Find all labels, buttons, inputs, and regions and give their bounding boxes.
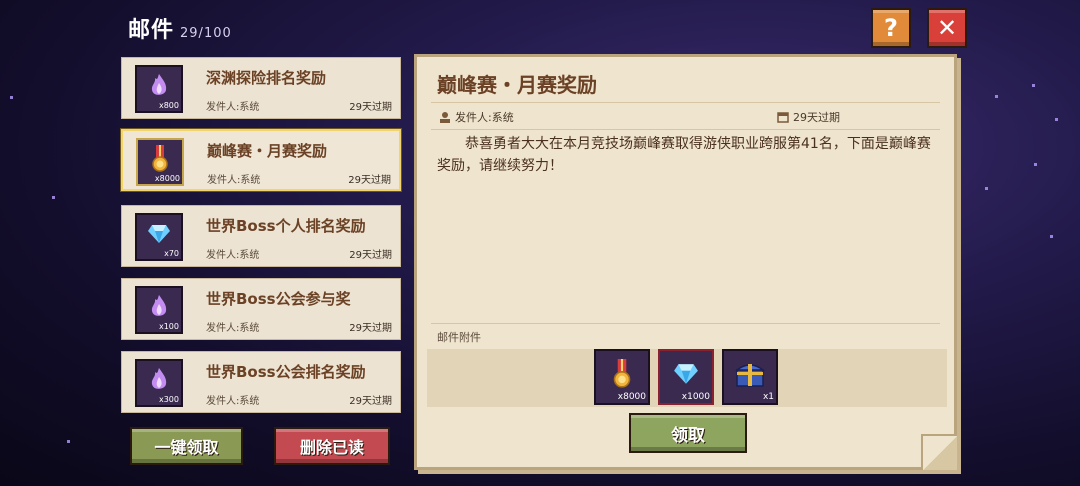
mail-expire: 29天过期 xyxy=(349,323,392,334)
star-decoration xyxy=(995,95,998,98)
purple-flame-icon: x100 xyxy=(135,286,183,334)
diamond-icon xyxy=(674,364,698,384)
mail-item[interactable]: x800 深渊探险排名奖励 发件人:系统 29天过期 xyxy=(121,57,401,119)
attachments-label: 邮件附件 xyxy=(437,331,481,344)
detail-expire: 29天过期 xyxy=(777,109,840,125)
page-fold-decoration xyxy=(921,434,957,470)
star-decoration xyxy=(52,196,55,199)
delete-read-button[interactable]: 删除已读 xyxy=(274,427,390,465)
medal-icon: x8000 xyxy=(136,138,184,186)
close-icon: ✕ xyxy=(936,14,958,42)
mail-title: 世界Boss个人排名奖励 xyxy=(206,217,366,235)
mail-expire: 29天过期 xyxy=(348,175,391,186)
star-decoration xyxy=(1034,163,1037,166)
detail-sender-text: 发件人:系统 xyxy=(455,111,514,124)
calendar-icon xyxy=(777,112,789,123)
divider xyxy=(431,102,940,103)
mail-item-selected[interactable]: x8000 巅峰赛・月赛奖励 发件人:系统 29天过期 xyxy=(121,129,401,191)
mail-title: 世界Boss公会参与奖 xyxy=(206,290,351,308)
mail-item[interactable]: x300 世界Boss公会排名奖励 发件人:系统 29天过期 xyxy=(121,351,401,413)
question-icon: ? xyxy=(884,14,898,42)
item-quantity: x70 xyxy=(164,249,179,258)
mail-expire: 29天过期 xyxy=(349,250,392,261)
close-button[interactable]: ✕ xyxy=(927,8,967,48)
person-icon xyxy=(440,112,450,123)
attachment-quantity: x1 xyxy=(762,392,774,402)
help-button[interactable]: ? xyxy=(871,8,911,48)
detail-title: 巅峰赛・月赛奖励 xyxy=(437,73,597,97)
star-decoration xyxy=(1055,118,1058,121)
star-decoration xyxy=(1032,84,1035,87)
item-quantity: x8000 xyxy=(154,174,180,183)
mail-body-text: 恭喜勇者大大在本月竞技场巅峰赛取得游侠职业跨服第41名，下面是巅峰赛奖励，请继续… xyxy=(437,136,931,174)
attachment-slot[interactable]: x8000 xyxy=(594,349,650,405)
purple-flame-icon: x300 xyxy=(135,359,183,407)
item-quantity: x100 xyxy=(158,322,179,331)
mail-expire: 29天过期 xyxy=(349,396,392,407)
detail-expire-text: 29天过期 xyxy=(793,111,840,124)
item-quantity: x800 xyxy=(158,101,179,110)
attachment-quantity: x8000 xyxy=(617,392,646,402)
attachment-quantity: x1000 xyxy=(681,392,710,402)
mail-title: 世界Boss公会排名奖励 xyxy=(206,363,366,381)
mail-item[interactable]: x70 世界Boss个人排名奖励 发件人:系统 29天过期 xyxy=(121,205,401,267)
mail-sender: 发件人:系统 xyxy=(206,250,260,261)
claim-button[interactable]: 领取 xyxy=(629,413,747,453)
page-title: 邮件 29/100 xyxy=(128,12,232,44)
mail-expire: 29天过期 xyxy=(349,102,392,113)
claim-all-button[interactable]: 一键领取 xyxy=(130,427,243,465)
detail-sender: 发件人:系统 xyxy=(439,109,514,125)
star-decoration xyxy=(1050,235,1053,238)
mail-item[interactable]: x100 世界Boss公会参与奖 发件人:系统 29天过期 xyxy=(121,278,401,340)
mail-detail-panel: 巅峰赛・月赛奖励 发件人:系统 29天过期 恭喜勇者大大在本月竞技场巅峰赛取得游… xyxy=(414,54,957,470)
mail-title: 巅峰赛・月赛奖励 xyxy=(207,142,328,160)
title-text: 邮件 xyxy=(128,18,175,43)
treasure-chest-icon xyxy=(735,363,765,387)
diamond-icon: x70 xyxy=(135,213,183,261)
star-decoration xyxy=(985,187,988,190)
mail-sender: 发件人:系统 xyxy=(206,396,260,407)
star-decoration xyxy=(67,440,70,443)
divider xyxy=(431,129,940,130)
item-quantity: x300 xyxy=(158,395,179,404)
mail-count: 29/100 xyxy=(180,26,232,41)
mail-sender: 发件人:系统 xyxy=(207,175,261,186)
mail-title: 深渊探险排名奖励 xyxy=(206,69,327,87)
medal-icon xyxy=(613,358,631,388)
attachment-slot[interactable]: x1 xyxy=(722,349,778,405)
divider xyxy=(431,323,940,324)
mail-sender: 发件人:系统 xyxy=(206,323,260,334)
purple-flame-icon: x800 xyxy=(135,65,183,113)
mail-sender: 发件人:系统 xyxy=(206,102,260,113)
star-decoration xyxy=(10,96,13,99)
attachment-slot[interactable]: x1000 xyxy=(658,349,714,405)
